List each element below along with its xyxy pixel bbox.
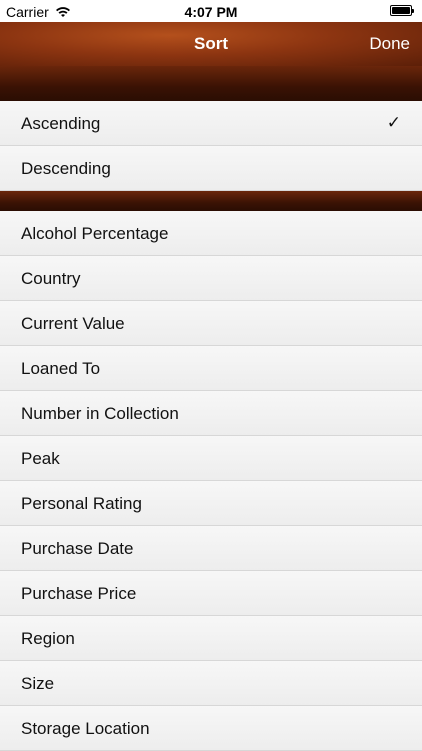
sort-field-label: Region (21, 629, 75, 648)
sort-order-descending[interactable]: Descending (0, 146, 422, 191)
sort-field-item[interactable]: Purchase Price (0, 571, 422, 616)
page-title: Sort (194, 34, 228, 53)
status-time: 4:07 PM (184, 4, 238, 20)
sort-field-item[interactable]: Personal Rating (0, 481, 422, 526)
sort-field-label: Purchase Date (21, 539, 134, 558)
sort-field-label: Current Value (21, 314, 125, 333)
sort-field-label: Peak (21, 449, 60, 468)
sort-field-item[interactable]: Current Value (0, 301, 422, 346)
sort-field-label: Personal Rating (21, 494, 142, 513)
sort-field-item[interactable]: Size (0, 661, 422, 706)
sort-field-label: Purchase Price (21, 584, 137, 603)
section-header-fields (0, 191, 422, 211)
sort-field-item[interactable]: Loaned To (0, 346, 422, 391)
sort-order-label: Descending (21, 159, 111, 178)
sort-field-item[interactable]: Purchase Date (0, 526, 422, 571)
section-header-order (0, 66, 422, 101)
sort-order-ascending[interactable]: Ascending ✓ (0, 101, 422, 146)
status-bar: Carrier 4:07 PM (0, 0, 422, 22)
navigation-bar: Sort Done (0, 22, 422, 66)
sort-field-item[interactable]: Region (0, 616, 422, 661)
done-button[interactable]: Done (369, 34, 410, 54)
sort-order-label: Ascending (21, 114, 101, 133)
battery-indicator (390, 5, 415, 17)
sort-field-label: Alcohol Percentage (21, 224, 169, 243)
sort-field-list: Alcohol Percentage Country Current Value… (0, 211, 422, 751)
sort-field-label: Storage Location (21, 719, 150, 738)
sort-field-item[interactable]: Country (0, 256, 422, 301)
sort-field-item[interactable]: Peak (0, 436, 422, 481)
sort-field-item[interactable]: Number in Collection (0, 391, 422, 436)
sort-field-item[interactable]: Alcohol Percentage (0, 211, 422, 256)
sort-field-label: Number in Collection (21, 404, 179, 423)
sort-field-label: Loaned To (21, 359, 101, 378)
sort-field-item[interactable]: Storage Location (0, 706, 422, 751)
checkmark-icon: ✓ (386, 113, 401, 132)
sort-order-list: Ascending ✓ Descending (0, 101, 422, 191)
sort-field-label: Country (21, 269, 81, 288)
sort-field-label: Size (21, 674, 55, 693)
battery-icon (390, 5, 414, 16)
